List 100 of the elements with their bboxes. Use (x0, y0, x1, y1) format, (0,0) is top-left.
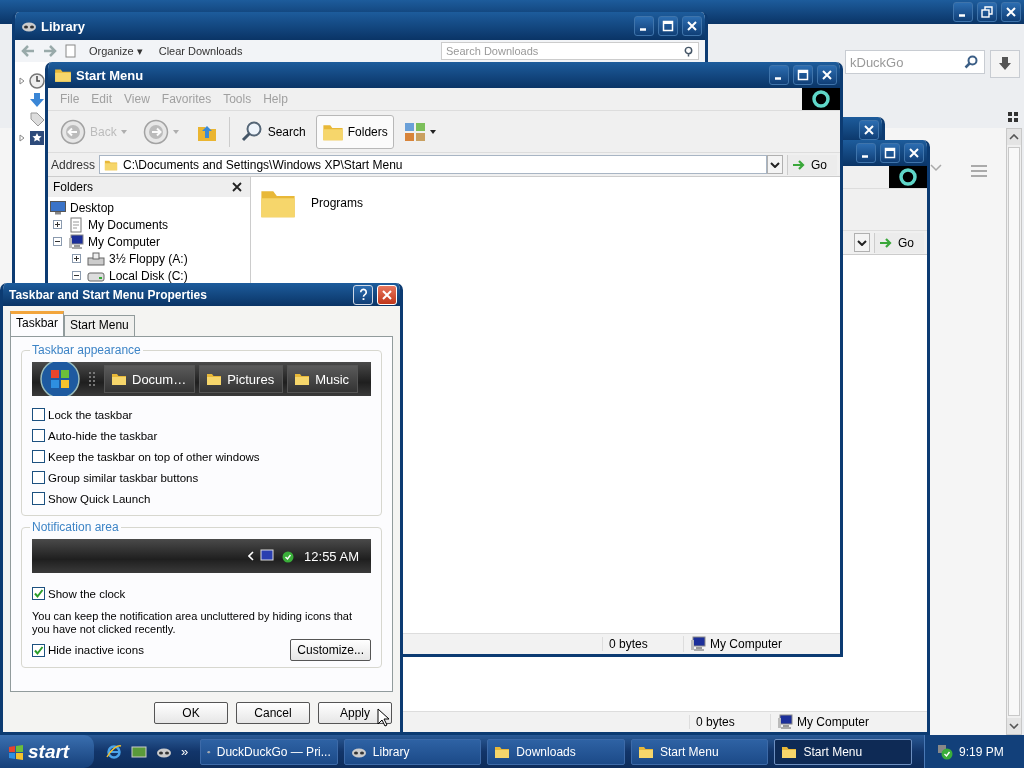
computer-icon (690, 636, 706, 652)
checkbox[interactable] (32, 471, 45, 484)
maximize-button[interactable] (880, 143, 900, 163)
maximize-icon (797, 69, 809, 81)
minimize-icon (639, 28, 646, 31)
more-button[interactable]: » (181, 744, 189, 759)
tree-item[interactable]: 3½ Floppy (A:) (109, 251, 188, 266)
go-button[interactable]: Go (874, 232, 924, 253)
close-icon (381, 288, 393, 301)
checkbox[interactable] (32, 408, 45, 421)
taskbar-button[interactable]: Downloads (487, 738, 625, 765)
collapse-icon[interactable] (53, 237, 62, 246)
expand-arrow-icon[interactable] (19, 76, 25, 85)
ring-icon (898, 167, 918, 187)
close-button[interactable] (1001, 2, 1021, 22)
maximize-icon (662, 20, 674, 32)
dialog-button[interactable]: Cancel (236, 702, 310, 724)
collapse-icon[interactable] (72, 271, 81, 280)
checkbox-label: Show Quick Launch (48, 492, 151, 505)
views-icon (403, 121, 426, 142)
file-name[interactable]: Programs (311, 196, 363, 210)
minimize-icon (861, 155, 868, 158)
folder-icon (294, 372, 311, 386)
search-button[interactable]: Search (233, 114, 312, 149)
close-icon (908, 147, 920, 159)
minimize-button[interactable] (953, 2, 973, 22)
caret-icon (429, 129, 436, 134)
toolbar-button[interactable]: Clear Downloads (154, 45, 247, 57)
minimize-button[interactable] (634, 16, 654, 36)
checkbox[interactable] (32, 643, 45, 657)
help-button[interactable] (353, 284, 373, 305)
restore-button[interactable] (977, 2, 997, 22)
document-icon (68, 216, 84, 233)
tab[interactable]: Start Menu (64, 315, 135, 336)
dialog-button[interactable]: Apply (318, 702, 392, 724)
minimize-button[interactable] (856, 143, 876, 163)
checkbox-label: Lock the taskbar (48, 408, 133, 421)
shield-icon[interactable] (937, 743, 954, 760)
computer-icon (777, 714, 793, 730)
scroll-up-icon[interactable] (1009, 134, 1019, 140)
window-title: Start Menu (76, 67, 144, 83)
close-icon (821, 69, 833, 81)
dropdown-button[interactable] (854, 233, 870, 252)
expand-icon[interactable] (53, 220, 62, 229)
checkmark-icon (33, 588, 44, 599)
checkbox[interactable] (32, 587, 45, 600)
group-title: Taskbar appearance (31, 343, 142, 357)
arrow-icon (879, 236, 893, 249)
checkbox[interactable] (32, 429, 45, 442)
minimize-icon (774, 77, 781, 80)
browser-e-icon[interactable] (106, 743, 122, 760)
desktop-icon[interactable] (131, 743, 147, 760)
restore-icon (981, 6, 993, 18)
close-button[interactable] (817, 65, 837, 85)
caret-icon (172, 129, 179, 134)
address-label: Address (51, 157, 96, 172)
address-field[interactable]: C:\Documents and Settings\Windows XP\Start Menu (99, 155, 767, 174)
maximize-button[interactable] (793, 65, 813, 85)
checkbox[interactable] (32, 492, 45, 505)
taskbar-button[interactable]: Start Menu (630, 738, 769, 765)
close-button[interactable] (904, 143, 924, 163)
taskbar-button[interactable]: Start Menu (774, 738, 913, 765)
grip-icon (88, 370, 96, 388)
close-icon[interactable] (232, 182, 242, 192)
search-icon (964, 55, 978, 69)
close-icon (686, 20, 698, 32)
checkbox-label: Group similar taskbar buttons (48, 471, 199, 484)
download-button[interactable] (990, 50, 1020, 78)
clock-icon[interactable] (29, 72, 45, 89)
dialog-button[interactable]: OK (154, 702, 228, 724)
go-button[interactable]: Go (787, 154, 837, 175)
taskbar-button[interactable]: Library (343, 738, 482, 765)
close-button[interactable] (859, 120, 879, 140)
tree-item[interactable]: Local Disk (C:) (109, 268, 188, 283)
scrollbar[interactable] (1006, 128, 1022, 735)
checkbox[interactable] (32, 450, 45, 463)
minimize-button[interactable] (769, 65, 789, 85)
taskbar-button[interactable]: DuckDuckGo — Pri... (200, 738, 338, 765)
scroll-down-icon[interactable] (1009, 723, 1019, 729)
tree-item[interactable]: My Computer (88, 234, 161, 249)
toolbar-button[interactable]: Organize ▾ (85, 44, 147, 58)
checkmark-icon (33, 644, 44, 656)
maximize-button[interactable] (658, 16, 678, 36)
close-button[interactable] (682, 16, 702, 36)
minimize-icon (958, 14, 965, 17)
window-title: Library (41, 18, 86, 34)
chevron-left-icon (248, 551, 255, 561)
close-icon (1005, 6, 1017, 18)
tab[interactable]: Taskbar (10, 311, 65, 336)
tree-item[interactable]: Desktop (70, 200, 115, 215)
expand-icon[interactable] (72, 254, 81, 263)
customize-button[interactable]: Customize... (290, 639, 371, 661)
tree-item[interactable]: My Documents (88, 217, 169, 232)
search-icon (239, 119, 264, 144)
folders-button[interactable]: Folders (315, 114, 394, 149)
expand-arrow-icon[interactable] (19, 133, 25, 142)
grid-icon[interactable] (1008, 112, 1018, 122)
start-button[interactable]: start (0, 735, 94, 768)
status-location: My Computer (797, 715, 870, 729)
download-arrow-icon[interactable] (29, 91, 45, 108)
